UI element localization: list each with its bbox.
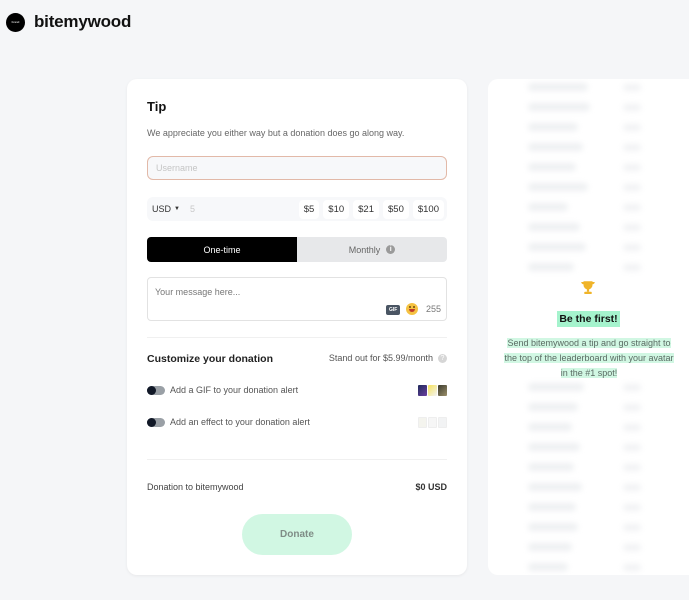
placeholder-row [528,243,586,251]
gif-option-label: Add a GIF to your donation alert [170,385,299,395]
placeholder-row [528,163,576,171]
placeholder-row [528,183,588,191]
total-label: Donation to bitemywood [147,482,244,492]
standout-label: Stand out for $5.99/month ? [329,353,447,363]
placeholder-value [623,124,641,131]
placeholder-row [528,263,574,271]
monthly-tab[interactable]: Monthly i [297,237,447,262]
amount-presets: $5 $10 $21 $50 $100 [298,199,444,219]
amount-row: USD ▼ $5 $10 $21 $50 $100 [147,197,447,221]
placeholder-row [528,103,590,111]
placeholder-row [528,403,578,411]
placeholder-value [623,404,641,411]
trophy-icon [581,281,595,294]
divider [147,459,447,460]
message-input[interactable] [155,287,385,305]
currency-select[interactable]: USD ▼ [152,204,180,214]
placeholder-value [623,224,641,231]
placeholder-value [623,384,641,391]
placeholder-value [623,504,641,511]
effect-toggle[interactable] [147,417,165,427]
gif-preview-image [438,384,447,396]
total-value: $0 USD [415,482,447,492]
placeholder-value [623,564,641,571]
info-icon[interactable]: i [386,245,396,254]
preset-50[interactable]: $50 [383,199,409,219]
divider [147,337,447,338]
placeholder-row [528,383,584,391]
gif-toggle[interactable] [147,385,165,395]
placeholder-row [528,203,568,211]
preset-21[interactable]: $21 [353,199,379,219]
preset-100[interactable]: $100 [412,199,444,219]
placeholder-row [528,423,572,431]
placeholder-row [528,463,574,471]
tip-title: Tip [147,99,167,114]
placeholder-value [623,424,641,431]
frequency-toggle: One-time Monthly i [147,237,447,262]
gif-preview-image [418,384,427,396]
customize-title: Customize your donation [147,353,273,365]
tip-card: Tip We appreciate you either way but a d… [127,79,467,575]
placeholder-row [528,483,582,491]
emoji-icon[interactable] [406,303,418,315]
placeholder-value [623,264,641,271]
placeholder-row [528,543,572,551]
placeholder-row [528,223,580,231]
gif-option: Add a GIF to your donation alert [147,383,447,397]
effect-preview-image [438,416,447,428]
placeholder-value [623,484,641,491]
placeholder-value [623,204,641,211]
help-icon[interactable]: ? [438,353,447,363]
placeholder-value [623,524,641,531]
creator-avatar[interactable]: brand [6,12,25,32]
placeholder-row [528,123,578,131]
be-first-message: Send bitemywood a tip and go straight to… [504,338,674,378]
one-time-tab[interactable]: One-time [147,237,297,262]
message-box: GIF 255 [147,277,447,321]
effect-preview-image [418,416,427,428]
placeholder-row [528,523,578,531]
caret-down-icon: ▼ [174,206,180,212]
creator-name[interactable]: bitemywood [34,12,131,32]
be-first-title: Be the first! [557,311,620,327]
gif-button[interactable]: GIF [386,305,401,315]
donate-button[interactable]: Donate [242,514,352,555]
preset-10[interactable]: $10 [323,199,350,219]
placeholder-row [528,443,580,451]
placeholder-row [528,83,588,91]
gif-preview-image [428,384,437,396]
placeholder-value [623,464,641,471]
leaderboard-panel: Be the first! Send bitemywood a tip and … [488,79,689,575]
effect-option-label: Add an effect to your donation alert [170,417,310,427]
placeholder-value [623,544,641,551]
placeholder-value [623,104,641,111]
tip-subtitle: We appreciate you either way but a donat… [147,128,405,138]
gif-previews [418,384,447,396]
placeholder-value [623,444,641,451]
placeholder-value [623,144,641,151]
effect-previews [418,416,447,428]
placeholder-row [528,143,583,151]
placeholder-value [623,164,641,171]
placeholder-row [528,503,576,511]
placeholder-value [623,244,641,251]
preset-5[interactable]: $5 [298,199,320,219]
top-bar: brand bitemywood [6,12,131,32]
effect-preview-image [428,416,437,428]
placeholder-row [528,563,568,571]
placeholder-value [623,184,641,191]
char-count: 255 [426,304,442,314]
effect-option: Add an effect to your donation alert [147,415,447,429]
placeholder-value [623,84,641,91]
username-input[interactable] [147,156,447,180]
amount-input[interactable] [189,204,290,214]
